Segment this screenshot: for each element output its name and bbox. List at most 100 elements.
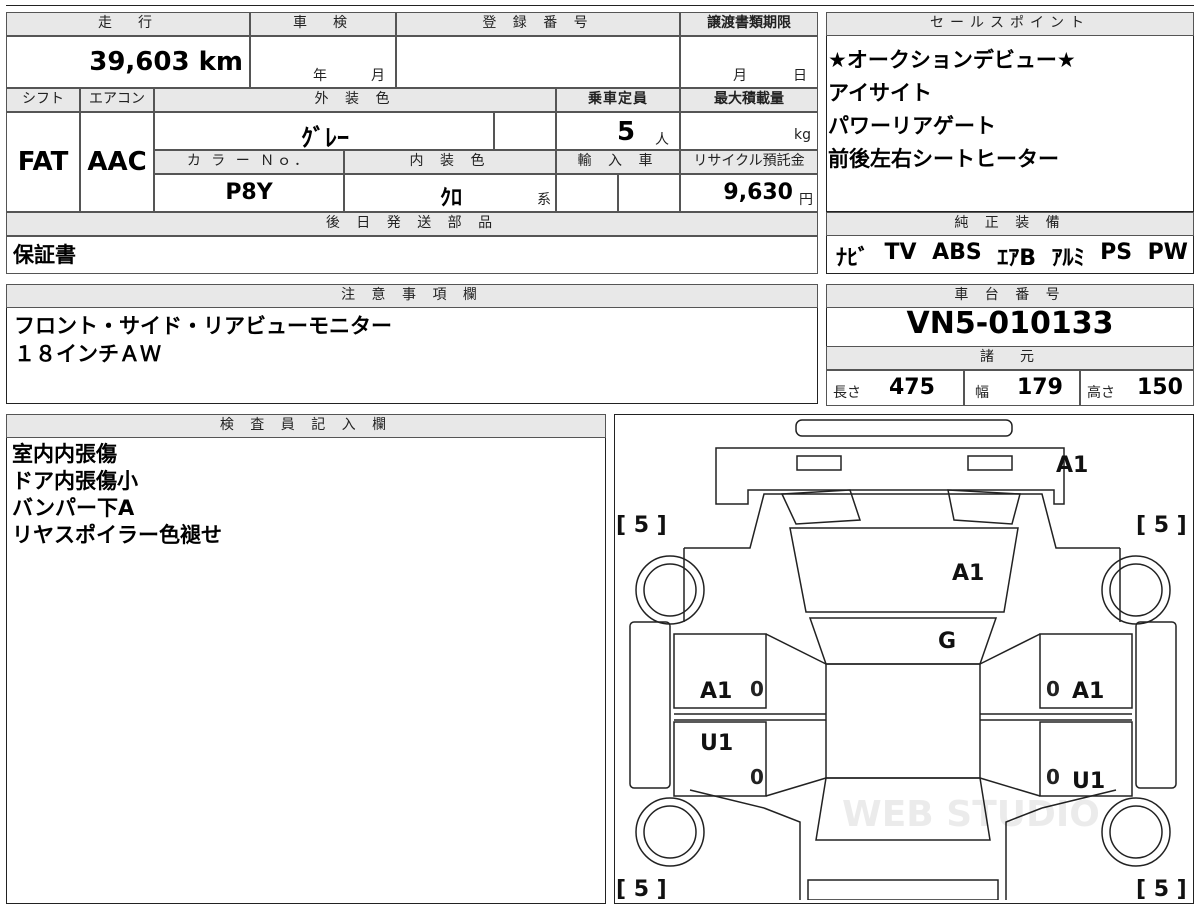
- shaken-header: 車 検: [250, 12, 396, 36]
- equipment-airbag: ｴｱB: [997, 246, 1037, 271]
- max-load-unit: kg: [794, 127, 811, 143]
- capacity-value: 5: [617, 117, 636, 147]
- height-cell: 高さ 150: [1080, 370, 1194, 406]
- sales-point-item: 前後左右シートヒーター: [828, 147, 1059, 171]
- transfer-day-unit: 日: [793, 68, 807, 84]
- shift-cell: FAT: [6, 112, 80, 212]
- color-no-header: カ ラ ー Ｎｏ．: [154, 150, 344, 174]
- shift-header: シフト: [6, 88, 80, 112]
- inspector-line: 室内内張傷: [12, 442, 117, 466]
- tire-mark-front-left: [ 5 ]: [616, 513, 667, 538]
- chassis-header: 車 台 番 号: [826, 284, 1194, 308]
- length-cell: 長さ 475: [826, 370, 964, 406]
- code-hood: A1: [952, 561, 984, 586]
- inspector-line: リヤスポイラー色褪せ: [12, 523, 222, 547]
- transfer-deadline-cell: 月 日: [680, 36, 818, 88]
- width-cell: 幅 179: [964, 370, 1080, 406]
- recycle-unit: 円: [799, 192, 813, 208]
- aircon-header: エアコン: [80, 88, 154, 112]
- code-right-front-door: A1: [1072, 679, 1104, 704]
- interior-color-cell: ｸﾛ 系: [344, 174, 556, 212]
- notes-line: １８インチＡＷ: [14, 342, 161, 366]
- max-load-header: 最大積載量: [680, 88, 818, 112]
- exterior-color-header: 外 装 色: [154, 88, 556, 112]
- color-no-value: P8Y: [225, 180, 273, 205]
- registration-header: 登 録 番 号: [396, 12, 680, 36]
- top-edge-strip: [6, 0, 1194, 6]
- shaken-year-unit: 年: [313, 68, 327, 84]
- equipment-ps: PS: [1100, 240, 1133, 265]
- later-parts-header: 後 日 発 送 部 品: [6, 212, 818, 236]
- shaken-cell: 年 月: [250, 36, 396, 88]
- inspector-line: ドア内張傷小: [12, 469, 138, 493]
- width-label: 幅: [975, 385, 989, 401]
- sales-points-header: セールスポイント: [826, 12, 1194, 36]
- sales-point-item: アイサイト: [828, 81, 932, 105]
- color-no-cell: P8Y: [154, 174, 344, 212]
- aircon-cell: AAC: [80, 112, 154, 212]
- shaken-month-unit: 月: [371, 68, 385, 84]
- capacity-unit: 人: [655, 132, 669, 148]
- transfer-deadline-header: 譲渡書類期限: [680, 12, 818, 36]
- notes-lines: フロント・サイド・リアビューモニター １８インチＡＷ: [14, 312, 392, 368]
- interior-color-header: 内 装 色: [344, 150, 556, 174]
- zero-mark-rf: 0: [1046, 677, 1060, 701]
- length-value: 475: [889, 375, 935, 400]
- height-value: 150: [1137, 375, 1183, 400]
- shift-value: FAT: [17, 147, 69, 177]
- code-left-rear-door: U1: [700, 731, 733, 756]
- mileage-header: 走 行: [6, 12, 250, 36]
- inspector-line: バンパー下A: [12, 496, 135, 520]
- length-label: 長さ: [833, 385, 861, 401]
- tire-mark-rear-right: [ 5 ]: [1136, 877, 1187, 900]
- tire-mark-front-right: [ 5 ]: [1136, 513, 1187, 538]
- equipment-pw: PW: [1147, 240, 1188, 265]
- inspector-header: 検 査 員 記 入 欄: [6, 414, 606, 438]
- import-cell-a: [556, 174, 618, 212]
- import-header: 輸 入 車: [556, 150, 680, 174]
- code-left-front-door: A1: [700, 679, 732, 704]
- zero-mark-rr: 0: [1046, 765, 1060, 789]
- interior-color-value: ｸﾛ: [439, 186, 462, 211]
- width-value: 179: [1017, 375, 1063, 400]
- tire-mark-rear-left: [ 5 ]: [616, 877, 667, 900]
- recycle-header: リサイクル預託金: [680, 150, 818, 174]
- sales-points-list: ★オークションデビュー★ アイサイト パワーリアゲート 前後左右シートヒーター: [828, 44, 1188, 176]
- capacity-cell: 5 人: [556, 112, 680, 150]
- inspector-lines: 室内内張傷 ドア内張傷小 バンパー下A リヤスポイラー色褪せ: [12, 441, 222, 549]
- later-parts-cell: 保証書: [6, 236, 818, 274]
- car-diagram: 0 0 0 0 [ 5 ] [ 5 ] [ 5 ] [ 5 ] A1 A1 G …: [616, 419, 1187, 900]
- equipment-abs: ABS: [932, 240, 982, 265]
- exterior-color-value: ｸﾞﾚｰ: [301, 124, 349, 152]
- registration-cell: [396, 36, 680, 88]
- code-front-bumper: A1: [1056, 453, 1088, 478]
- recycle-value: 9,630: [723, 180, 793, 205]
- import-cell-b: [618, 174, 680, 212]
- zero-mark-lf: 0: [750, 677, 764, 701]
- transfer-month-unit: 月: [733, 68, 747, 84]
- capacity-header: 乗車定員: [556, 88, 680, 112]
- equipment-nav: ﾅﾋﾞ: [836, 246, 870, 271]
- mileage-value: 39,603 km: [89, 47, 243, 77]
- genuine-equipment-list: ﾅﾋﾞ TV ABS ｴｱB ｱﾙﾐ PS PW: [836, 240, 1188, 272]
- recycle-cell: 9,630 円: [680, 174, 818, 212]
- aircon-value: AAC: [87, 147, 147, 177]
- genuine-equipment-header: 純 正 装 備: [826, 212, 1194, 236]
- code-right-rear-door: U1: [1072, 769, 1105, 794]
- notes-line: フロント・サイド・リアビューモニター: [14, 314, 392, 338]
- code-windshield: G: [938, 629, 956, 654]
- sales-point-item: ★オークションデビュー★: [828, 48, 1076, 72]
- interior-color-suffix: 系: [537, 192, 551, 208]
- watermark: WEB STUDIO: [842, 794, 1100, 835]
- exterior-color-extra-cell: [494, 112, 556, 150]
- later-parts-value: 保証書: [13, 243, 76, 267]
- equipment-tv: TV: [884, 240, 917, 265]
- notes-header: 注 意 事 項 欄: [6, 284, 818, 308]
- equipment-alloy: ｱﾙﾐ: [1051, 246, 1085, 271]
- zero-mark-lr: 0: [750, 765, 764, 789]
- exterior-color-cell: ｸﾞﾚｰ: [154, 112, 494, 152]
- chassis-number: VN5-010133: [906, 306, 1114, 341]
- max-load-cell: kg: [680, 112, 818, 150]
- sales-point-item: パワーリアゲート: [828, 114, 996, 138]
- mileage-cell: 39,603 km: [6, 36, 250, 88]
